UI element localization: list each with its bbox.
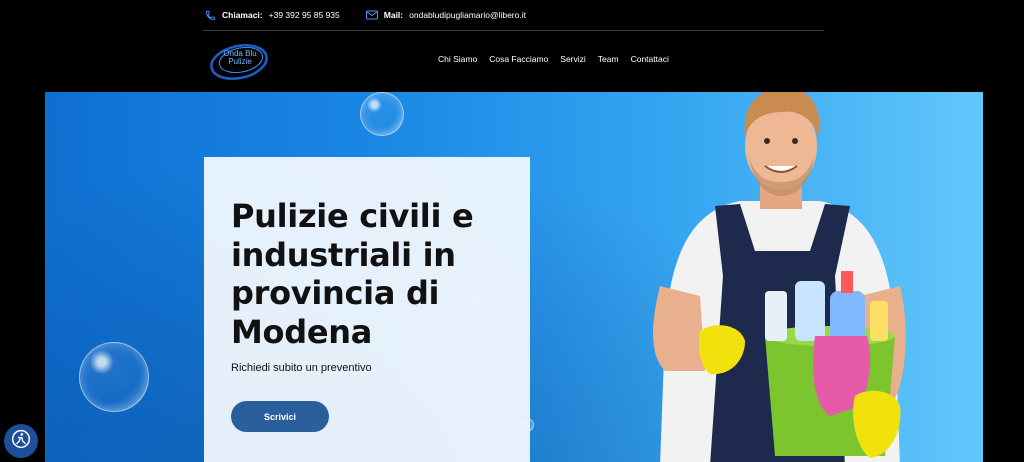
hero-subline: Richiedi subito un preventivo	[231, 362, 372, 374]
accessibility-icon	[11, 429, 31, 454]
accessibility-button[interactable]	[4, 424, 38, 458]
logo[interactable]: Onda Blu Pulizie	[208, 38, 270, 82]
main-nav: Chi Siamo Cosa Facciamo Servizi Team Con…	[438, 54, 669, 64]
hero-headline: Pulizie civili e industriali in provinci…	[231, 197, 474, 351]
mail-address[interactable]: ondabludipugliamario@libero.it	[409, 10, 526, 20]
nav-item-chi-siamo[interactable]: Chi Siamo	[438, 54, 477, 64]
soap-bubble	[360, 92, 404, 136]
logo-text-line2: Pulizie	[228, 57, 252, 66]
hero-section: Pulizie civili e industriali in provinci…	[45, 92, 983, 462]
phone-icon	[205, 10, 216, 21]
scrivici-button[interactable]: Scrivici	[231, 401, 329, 432]
soap-bubble	[79, 342, 149, 412]
mail-label: Mail:	[383, 10, 404, 20]
nav-item-contattaci[interactable]: Contattaci	[631, 54, 669, 64]
nav-item-team[interactable]: Team	[598, 54, 619, 64]
page: Chiamaci: +39 392 95 85 935 Mail: ondabl…	[0, 0, 1024, 462]
phone-number[interactable]: +39 392 95 85 935	[269, 10, 340, 20]
mail-contact[interactable]: Mail: ondabludipugliamario@libero.it	[365, 10, 526, 20]
phone-contact[interactable]: Chiamaci: +39 392 95 85 935	[205, 10, 340, 21]
hero-card: Pulizie civili e industriali in provinci…	[204, 157, 530, 462]
contact-bar: Chiamaci: +39 392 95 85 935 Mail: ondabl…	[203, 0, 824, 31]
nav-item-cosa-facciamo[interactable]: Cosa Facciamo	[489, 54, 548, 64]
cleaner-person-image	[653, 92, 906, 462]
header-nav-row: Onda Blu Pulizie Chi Siamo Cosa Facciamo…	[203, 32, 824, 90]
nav-item-servizi[interactable]: Servizi	[560, 54, 586, 64]
phone-label: Chiamaci:	[222, 10, 263, 20]
mail-icon	[365, 10, 378, 20]
